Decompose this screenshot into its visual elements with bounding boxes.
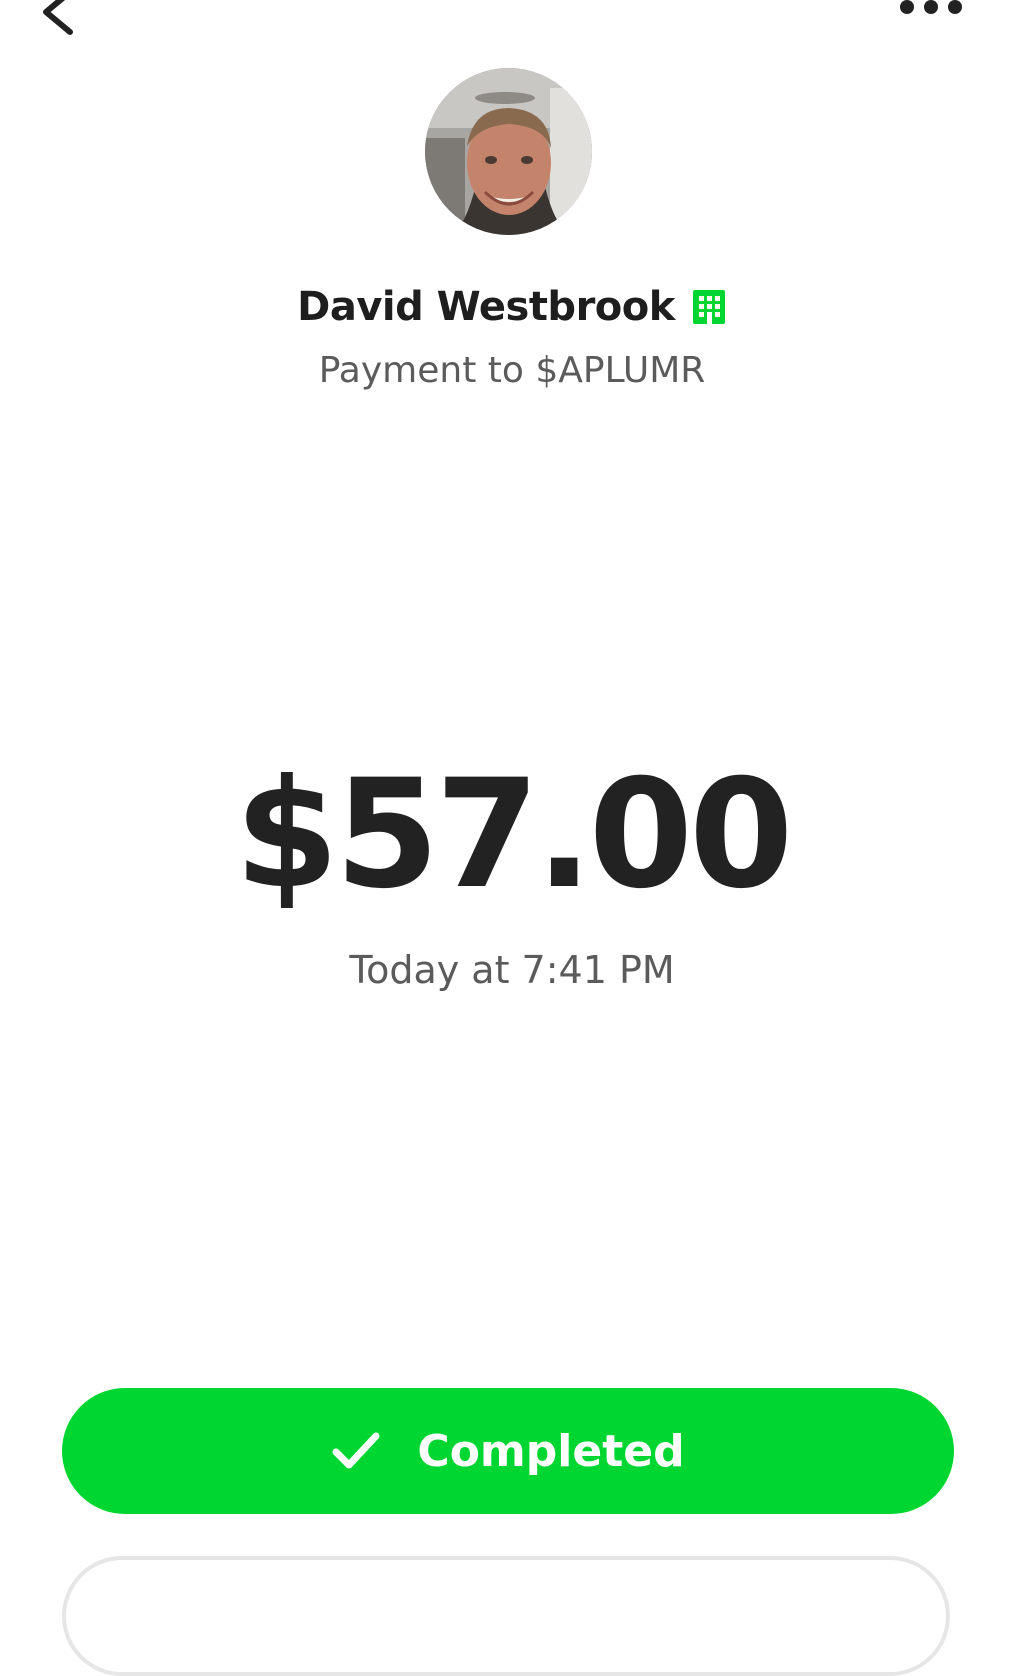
chevron-left-icon	[43, 0, 73, 35]
recipient-name-row: David Westbrook	[0, 280, 1024, 334]
more-options-button[interactable]	[890, 0, 980, 22]
top-bar	[0, 0, 1024, 60]
profile-photo	[425, 68, 592, 235]
recipient-name: David Westbrook	[297, 284, 675, 330]
checkmark-icon	[331, 1430, 381, 1472]
avatar[interactable]	[425, 68, 592, 235]
payment-amount: $57.00	[234, 748, 794, 922]
status-label: Completed	[417, 1425, 685, 1477]
payment-subtitle: Payment to $APLUMR	[318, 350, 706, 391]
more-horizontal-icon	[900, 0, 962, 14]
business-building-icon	[691, 288, 727, 326]
completed-status-button[interactable]: Completed	[62, 1388, 954, 1514]
secondary-action-button[interactable]	[62, 1556, 950, 1676]
payment-timestamp: Today at 7:41 PM	[349, 948, 675, 992]
back-button[interactable]	[30, 0, 90, 42]
